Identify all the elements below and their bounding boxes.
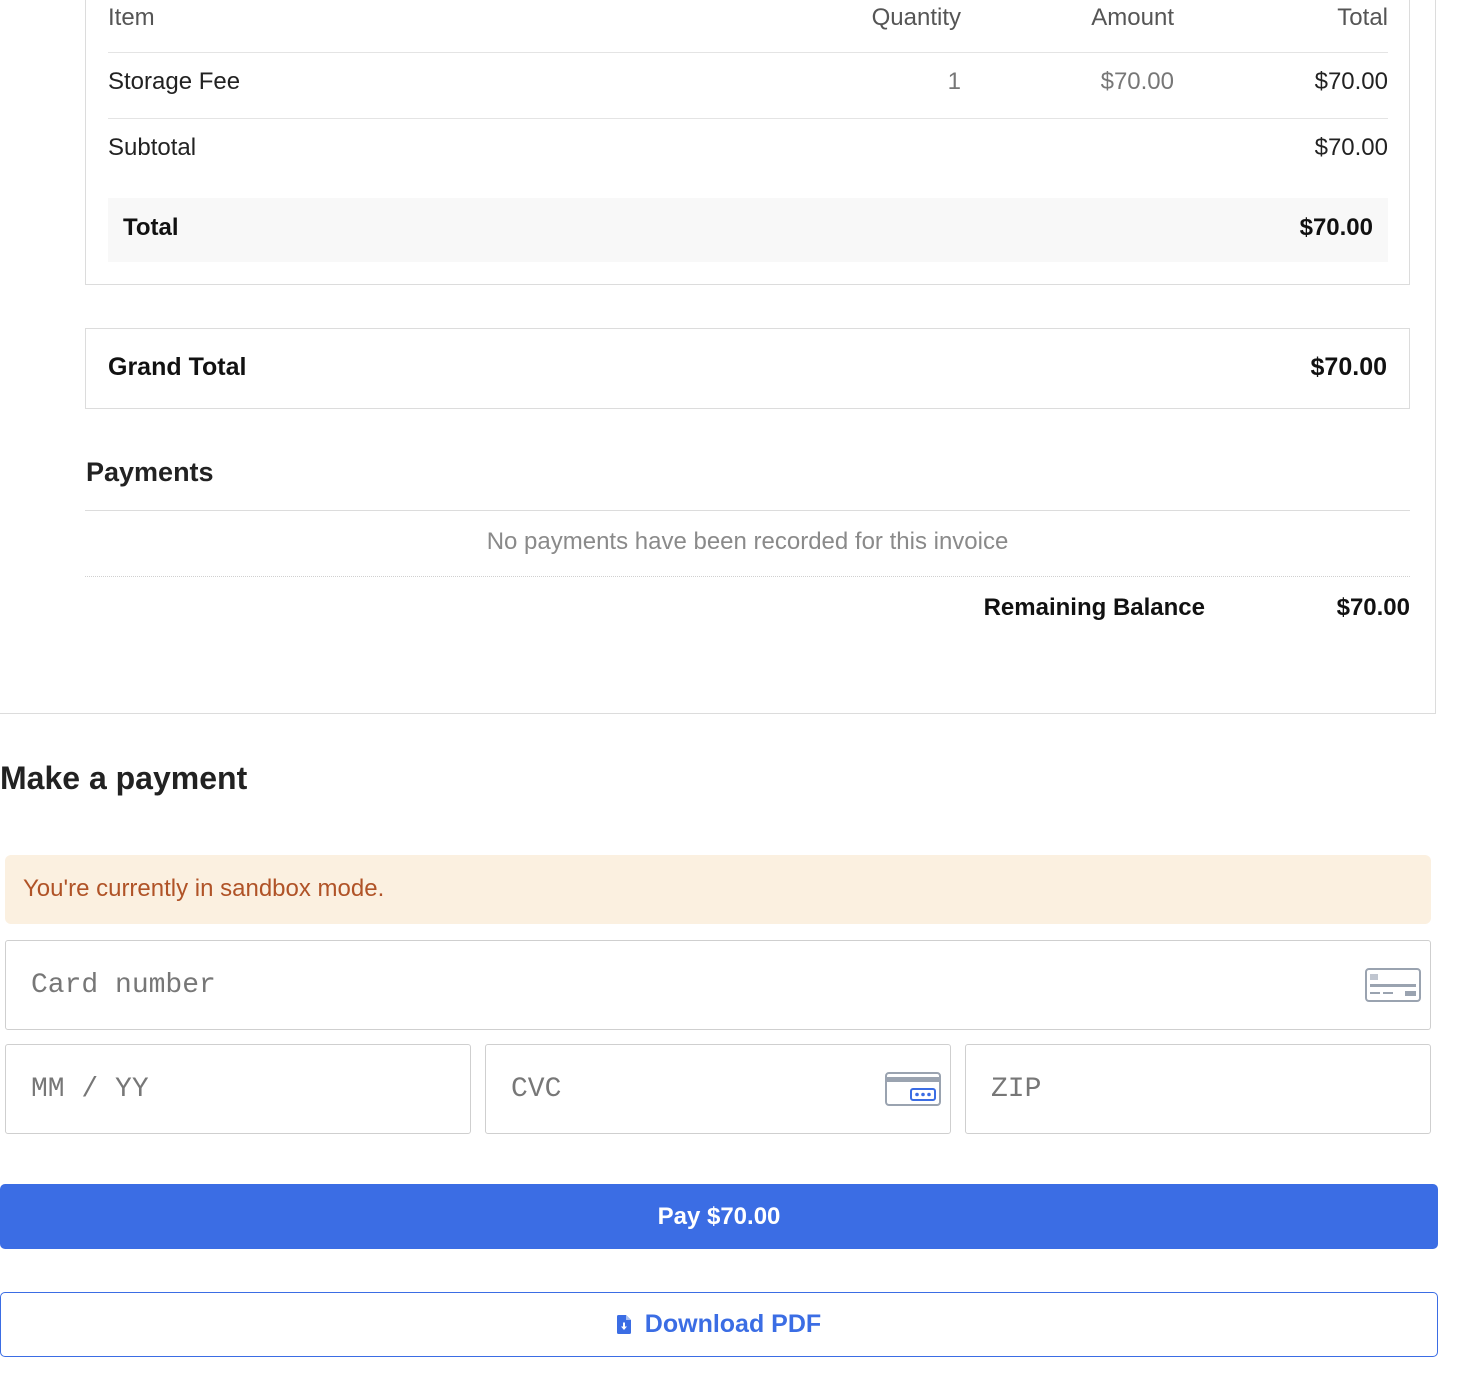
download-pdf-button[interactable]: Download PDF [0,1292,1438,1357]
payments-title: Payments [86,457,214,487]
grand-total-box: Grand Total $70.00 [85,328,1410,409]
credit-card-icon [1365,968,1421,1002]
card-number-input[interactable] [6,941,1430,1029]
grand-total-label: Grand Total [108,353,247,381]
cvc-field[interactable] [485,1044,951,1134]
subtotal-label: Subtotal [108,134,197,161]
expiry-field[interactable] [5,1044,471,1134]
column-header-item: Item [108,4,155,31]
line-item-quantity: 1 [947,68,961,95]
remaining-balance-value: $70.00 [1336,594,1410,621]
column-header-quantity: Quantity [871,4,961,31]
subtotal-value: $70.00 [1314,134,1388,161]
table-row: Storage Fee 1 $70.00 $70.00 [108,53,1388,119]
download-pdf-label: Download PDF [644,1310,822,1338]
card-back-icon [885,1072,941,1106]
line-item-name: Storage Fee [108,68,241,95]
total-label: Total [123,214,179,241]
zip-field[interactable] [965,1044,1431,1134]
make-payment-title: Make a payment [0,760,248,796]
column-header-total: Total [1337,4,1388,31]
cvc-input[interactable] [486,1045,950,1133]
line-item-amount: $70.00 [1100,68,1174,95]
pay-button[interactable]: Pay $70.00 [0,1184,1438,1249]
grand-total-value: $70.00 [1310,353,1387,381]
payments-divider [85,510,1410,511]
card-number-field[interactable] [5,940,1431,1030]
zip-input[interactable] [966,1045,1430,1133]
subtotal-row: Subtotal $70.00 [108,119,1388,184]
line-item-total: $70.00 [1314,68,1388,95]
expiry-input[interactable] [6,1045,470,1133]
total-value: $70.00 [1299,214,1373,241]
file-download-icon [616,1315,631,1334]
payments-dotted-divider [85,576,1410,577]
remaining-balance-label: Remaining Balance [983,594,1205,621]
column-header-amount: Amount [1091,4,1174,31]
total-row: Total $70.00 [108,198,1388,262]
items-table-header: Item Quantity Amount Total [108,0,1388,53]
sandbox-mode-alert: You're currently in sandbox mode. [5,855,1431,924]
payments-empty-message: No payments have been recorded for this … [486,528,1009,555]
